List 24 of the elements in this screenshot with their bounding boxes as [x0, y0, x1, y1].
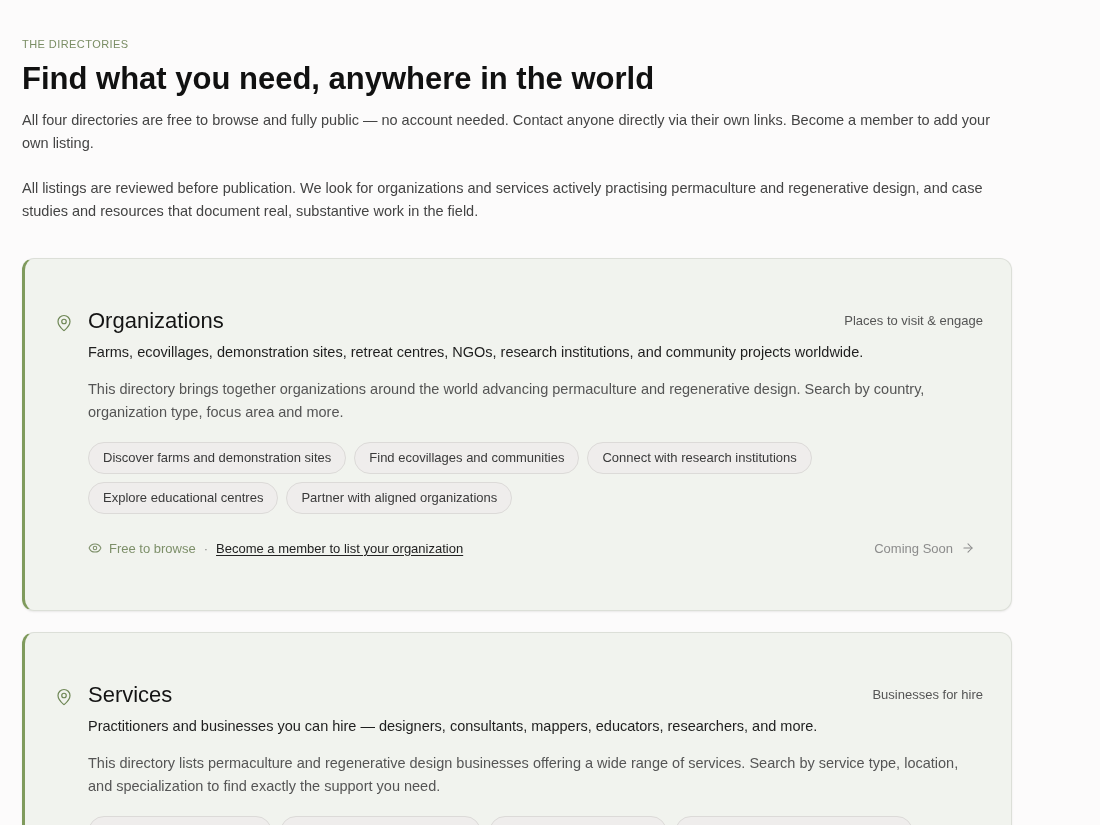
eyebrow-label: THE DIRECTORIES — [22, 37, 130, 52]
tag-pill[interactable]: Connect with research institutions — [587, 441, 812, 474]
directory-summary: Practitioners and businesses you can hire — designers, consultants, mappers, educators, researchers, and more. — [88, 717, 819, 736]
access-label: Free to browse — [109, 539, 196, 558]
tag-pill[interactable]: Partner with aligned organizations — [286, 481, 513, 514]
map-pin-icon — [55, 312, 73, 333]
eye-icon — [88, 541, 102, 556]
intro-paragraph: All listings are reviewed before publication. We look for organizations and services actively practising permaculture and regenerative design, and case studies and resources that document real, substantive work in the field. — [22, 178, 984, 221]
tag-pill[interactable]: Discover farms and demonstration sites — [88, 441, 347, 474]
directory-description: This directory brings together organizations around the world advancing permaculture and regenerative design. Search by country, organization type, focus area and more. — [88, 379, 926, 422]
map-pin-icon — [55, 687, 73, 707]
tag-pill[interactable]: Find ecovillages and communities — [354, 441, 580, 474]
directory-tagline: Places to visit & engage — [844, 311, 983, 330]
member-link[interactable]: Become a member to list your organization — [216, 538, 464, 558]
directory-title: Services — [88, 681, 173, 709]
separator-dot: · — [203, 539, 209, 558]
intro-paragraph: All four directories are free to browse and fully public — no account needed. Contact anyone directly via their own links. Become a member to add your own listing. — [22, 110, 991, 153]
directory-tagline: Businesses for hire — [872, 686, 983, 705]
tag-pill[interactable]: Explore educational centres — [88, 481, 279, 514]
directory-description: This directory lists permaculture and regenerative design businesses offering a wide range of services. Search by service type, location, and specialization to find exactly the support you need. — [88, 754, 960, 796]
status-label: Coming Soon — [874, 539, 953, 558]
directory-summary: Farms, ecovillages, demonstration sites, retreat centres, NGOs, research institutions, and community projects worldwide. — [88, 342, 865, 362]
page-title: Find what you need, anywhere in the world — [22, 59, 656, 98]
directory-title: Organizations — [88, 306, 224, 335]
